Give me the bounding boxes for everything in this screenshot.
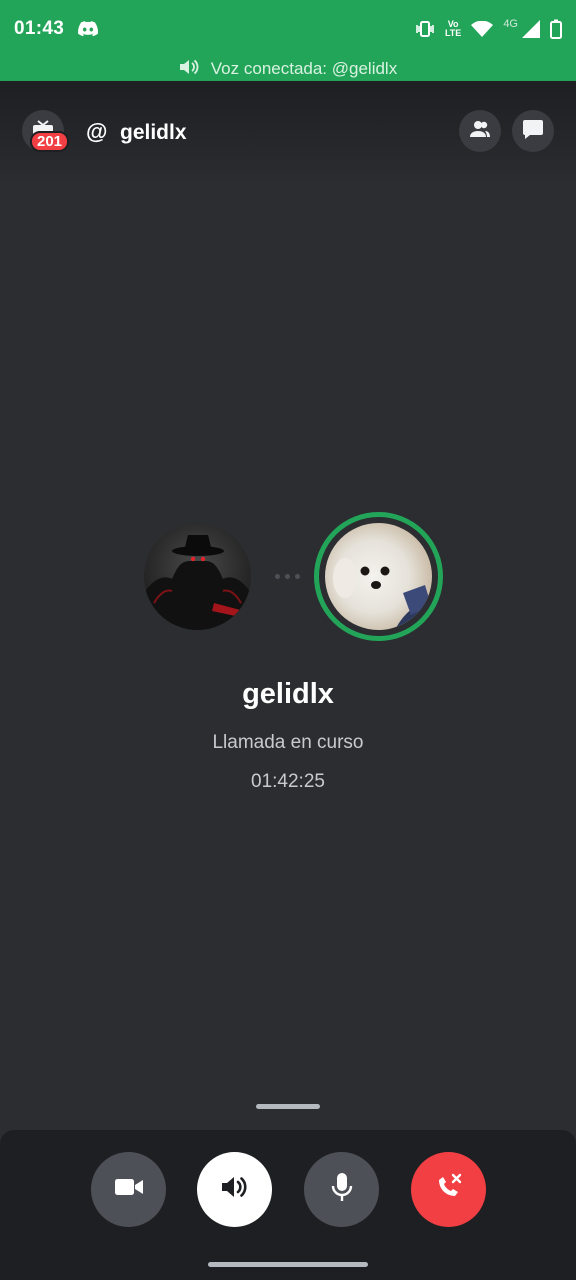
people-icon bbox=[469, 120, 491, 143]
self-avatar[interactable] bbox=[144, 523, 251, 630]
call-status: Llamada en curso bbox=[212, 732, 364, 753]
speaker-icon bbox=[179, 58, 199, 81]
call-duration: 01:42:25 bbox=[251, 771, 325, 792]
callee-name: gelidlx bbox=[242, 678, 334, 710]
home-indicator[interactable] bbox=[208, 1262, 368, 1267]
mic-button[interactable] bbox=[304, 1152, 379, 1227]
network-type-label: 4G bbox=[503, 17, 518, 30]
notification-badge: 201 bbox=[30, 131, 70, 152]
status-time: 01:43 bbox=[14, 17, 65, 39]
signal-icon bbox=[522, 19, 540, 38]
page-title: gelidlx bbox=[120, 121, 187, 144]
voice-connected-banner[interactable]: Voz conectada: @gelidlx bbox=[0, 57, 576, 81]
video-button[interactable] bbox=[91, 1152, 166, 1227]
discord-icon bbox=[78, 20, 99, 37]
phone-hangup-icon bbox=[434, 1172, 464, 1207]
video-camera-icon bbox=[114, 1176, 144, 1203]
battery-icon bbox=[550, 19, 562, 39]
friend-avatar[interactable] bbox=[325, 523, 432, 630]
connecting-dots bbox=[275, 574, 300, 579]
wifi-icon bbox=[471, 20, 494, 37]
call-controls bbox=[0, 1130, 576, 1280]
microphone-icon bbox=[331, 1172, 353, 1207]
at-icon: @ bbox=[86, 119, 108, 144]
members-button[interactable] bbox=[459, 110, 501, 152]
speaker-icon bbox=[221, 1174, 249, 1205]
call-header: 201 @ gelidlx bbox=[0, 81, 576, 185]
chat-icon bbox=[522, 119, 544, 144]
volte-icon: Vo LTE bbox=[444, 18, 462, 38]
vibrate-icon bbox=[415, 20, 435, 37]
status-bar: 01:43 Vo LTE 4G bbox=[0, 0, 576, 57]
chat-button[interactable] bbox=[512, 110, 554, 152]
speaker-button[interactable] bbox=[197, 1152, 272, 1227]
banner-text: Voz conectada: @gelidlx bbox=[210, 59, 398, 78]
drawer-handle[interactable] bbox=[256, 1104, 320, 1109]
hangup-button[interactable] bbox=[411, 1152, 486, 1227]
